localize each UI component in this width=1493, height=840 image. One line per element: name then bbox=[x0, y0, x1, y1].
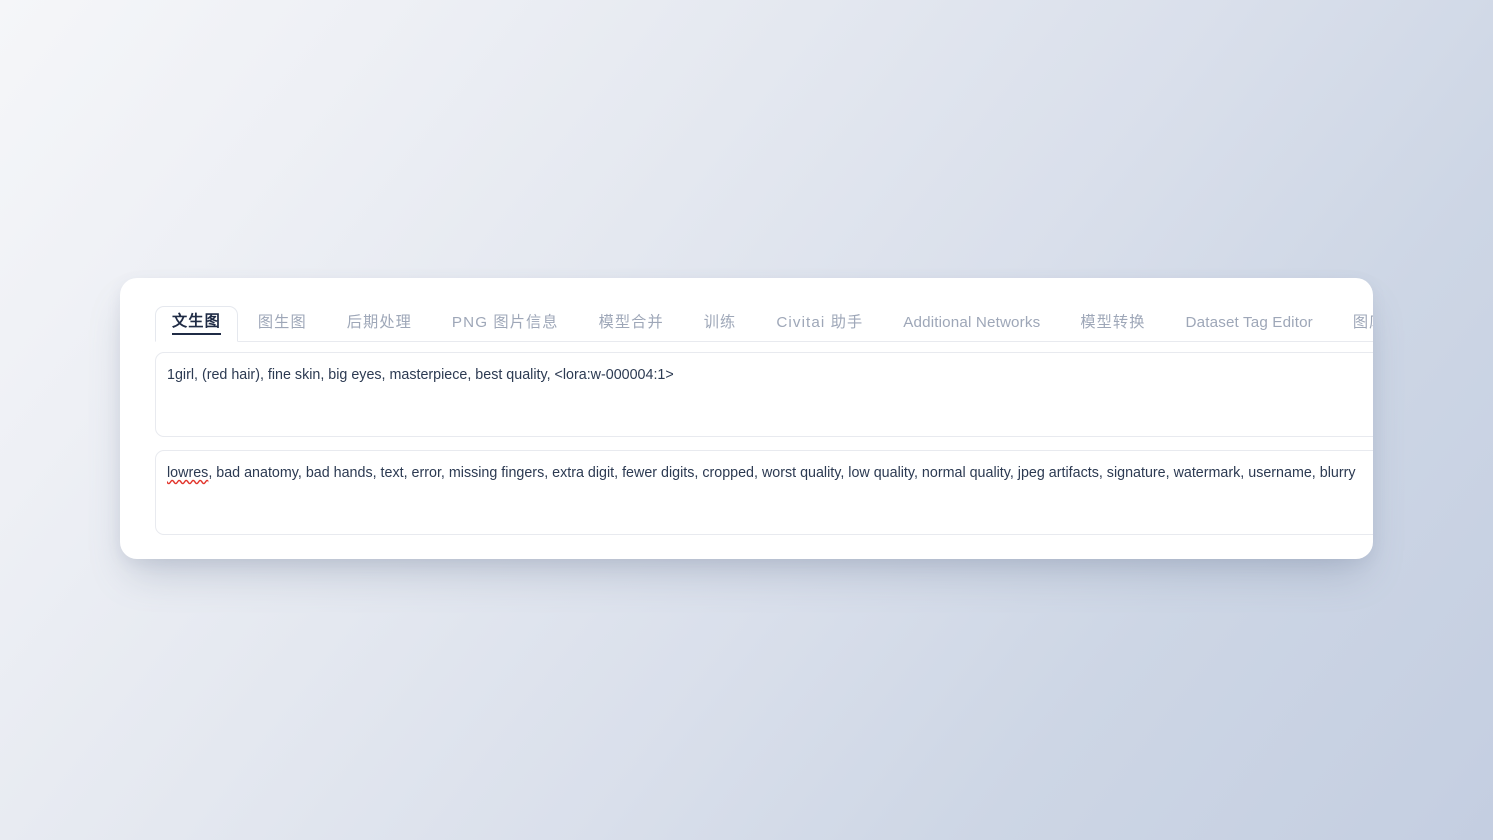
tab-label: 文生图 bbox=[172, 313, 221, 330]
tab-img2img[interactable]: 图生图 bbox=[238, 307, 327, 342]
tab-dataset-tag-editor[interactable]: Dataset Tag Editor bbox=[1166, 307, 1333, 342]
tab-txt2img[interactable]: 文生图 bbox=[155, 306, 238, 342]
negative-prompt-value: lowres, bad anatomy, bad hands, text, er… bbox=[167, 464, 1373, 483]
negative-prompt-textarea[interactable]: lowres, bad anatomy, bad hands, text, er… bbox=[155, 450, 1373, 535]
negative-prompt-rest: , bad anatomy, bad hands, text, error, m… bbox=[208, 465, 1356, 481]
webui-card: 文生图 图生图 后期处理 PNG 图片信息 模型合并 训练 Civitai 助手… bbox=[120, 278, 1373, 559]
tab-png-info[interactable]: PNG 图片信息 bbox=[432, 307, 579, 342]
tab-label: Dataset Tag Editor bbox=[1185, 314, 1313, 331]
tab-label: PNG 图片信息 bbox=[451, 314, 559, 331]
tab-label: 后期处理 bbox=[346, 314, 412, 331]
tab-train[interactable]: 训练 bbox=[684, 307, 757, 342]
tab-model-converter[interactable]: 模型转换 bbox=[1060, 307, 1165, 342]
positive-prompt-textarea[interactable]: 1girl, (red hair), fine skin, big eyes, … bbox=[155, 352, 1373, 437]
tab-label: Civitai 助手 bbox=[776, 314, 864, 331]
tab-label: 模型转换 bbox=[1080, 314, 1146, 331]
tab-label: 图库浏览器 bbox=[1352, 314, 1373, 331]
tab-extras[interactable]: 后期处理 bbox=[327, 307, 432, 342]
tab-bar: 文生图 图生图 后期处理 PNG 图片信息 模型合并 训练 Civitai 助手… bbox=[155, 306, 1373, 342]
tab-additional-networks[interactable]: Additional Networks bbox=[883, 307, 1060, 342]
tab-image-browser[interactable]: 图库浏览器 bbox=[1333, 307, 1373, 342]
tab-label: Additional Networks bbox=[903, 314, 1041, 331]
tab-active-underline bbox=[172, 333, 221, 335]
tab-label: 图生图 bbox=[257, 314, 307, 331]
tab-label: 训练 bbox=[703, 314, 737, 331]
positive-prompt-value: 1girl, (red hair), fine skin, big eyes, … bbox=[167, 367, 674, 383]
misspelled-word: lowres bbox=[167, 465, 209, 481]
tab-checkpoint-merger[interactable]: 模型合并 bbox=[579, 307, 684, 342]
tab-label: 模型合并 bbox=[598, 314, 664, 331]
tab-civitai-helper[interactable]: Civitai 助手 bbox=[756, 307, 883, 342]
